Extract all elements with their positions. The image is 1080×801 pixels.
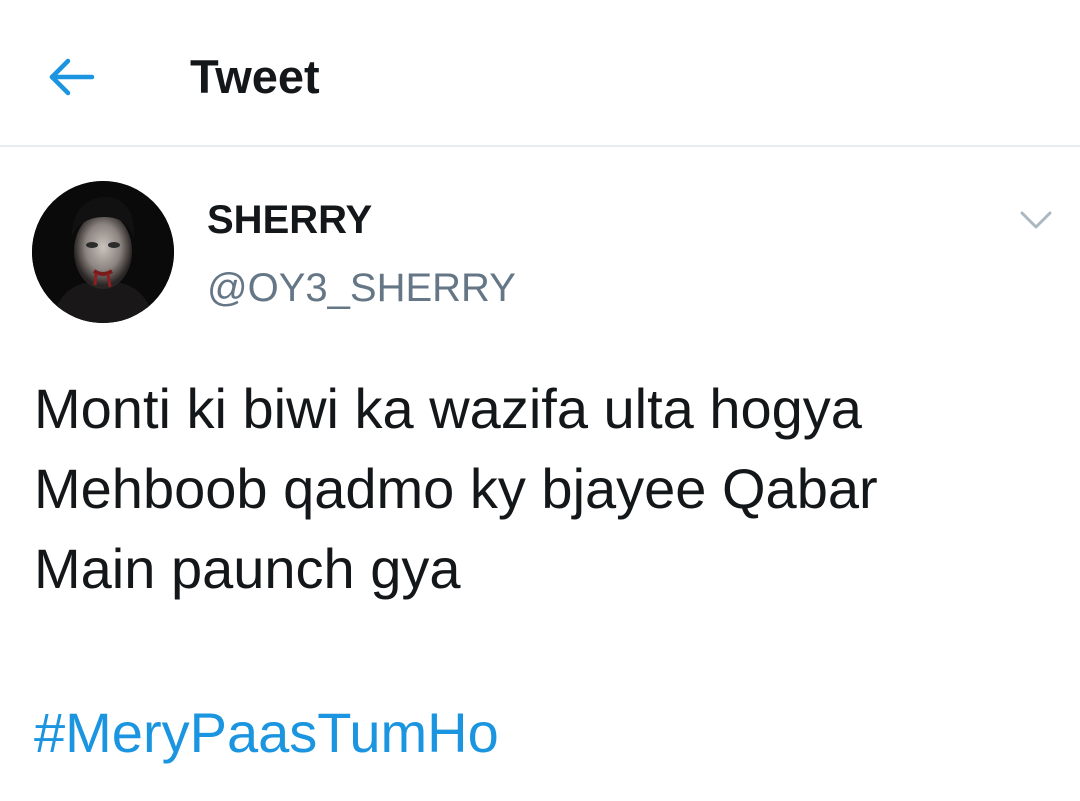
tweet-text-line: Main paunch gya xyxy=(34,537,461,600)
tweet-menu-button[interactable] xyxy=(1016,205,1056,235)
tweet-text-line: Monti ki biwi ka wazifa ulta hogya xyxy=(34,377,862,440)
tweet-detail: SHERRY @OY3_SHERRY Monti ki biwi ka wazi… xyxy=(0,147,1080,801)
top-app-bar: Tweet xyxy=(0,0,1080,147)
tweet-text-line: Mehboob qadmo ky bjayee Qabar xyxy=(34,457,878,520)
back-button[interactable] xyxy=(44,50,100,100)
avatar[interactable] xyxy=(32,181,174,323)
hashtag-link[interactable]: #MeryPaasTumHo xyxy=(34,693,499,773)
chevron-down-icon xyxy=(1020,211,1052,229)
page-title: Tweet xyxy=(190,50,320,103)
arrow-left-icon xyxy=(49,58,95,96)
author-handle[interactable]: @OY3_SHERRY xyxy=(207,265,516,311)
tweet-text: Monti ki biwi ka wazifa ulta hogya Mehbo… xyxy=(34,369,1054,609)
author-display-name[interactable]: SHERRY xyxy=(207,197,372,243)
avatar-photo xyxy=(32,181,174,323)
